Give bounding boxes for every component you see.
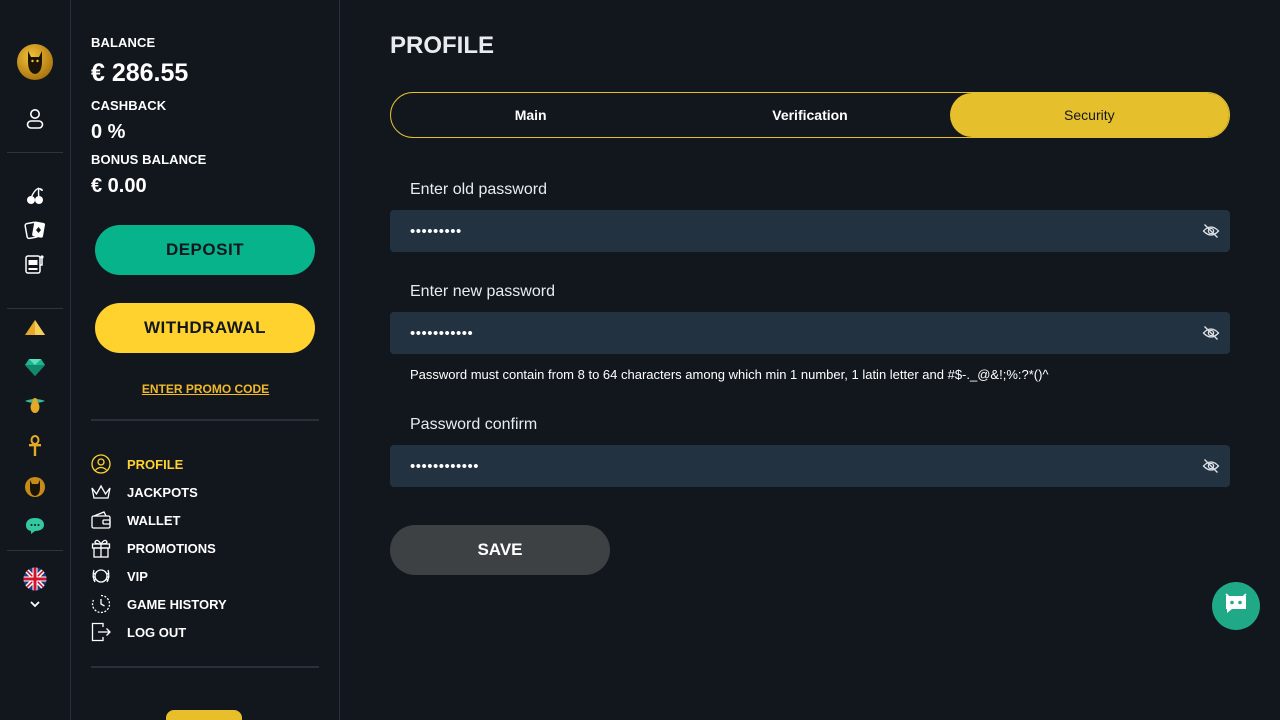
slot-machine-icon[interactable]: [0, 252, 70, 276]
icon-rail: [0, 0, 71, 720]
menu-item-game-history[interactable]: GAME HISTORY: [91, 590, 227, 618]
crown-icon: [91, 482, 111, 502]
eye-slash-icon[interactable]: [1202, 457, 1220, 475]
logout-icon: [91, 622, 111, 642]
cat-icon[interactable]: [0, 474, 70, 500]
menu-item-log-out[interactable]: LOG OUT: [91, 618, 227, 646]
chevron-down-icon[interactable]: [0, 596, 70, 612]
menu-item-vip[interactable]: VIP: [91, 562, 227, 590]
scarab-icon[interactable]: [0, 394, 70, 418]
confirm-password-input[interactable]: [390, 445, 1230, 487]
menu-item-wallet[interactable]: WALLET: [91, 506, 227, 534]
withdrawal-button[interactable]: WITHDRAWAL: [95, 303, 315, 353]
menu-item-label: WALLET: [127, 512, 181, 528]
menu-item-label: JACKPOTS: [127, 484, 198, 500]
new-password-input[interactable]: [390, 312, 1230, 354]
account-menu: PROFILE JACKPOTS WALLET PROMOTIONS VIP G…: [91, 450, 227, 646]
user-circle-icon: [91, 454, 111, 474]
menu-item-label: LOG OUT: [127, 624, 187, 640]
balance-label: BALANCE: [91, 35, 156, 50]
menu-item-jackpots[interactable]: JACKPOTS: [91, 478, 227, 506]
wallet-icon: [91, 510, 111, 530]
password-hint: Password must contain from 8 to 64 chara…: [410, 367, 1049, 382]
cards-icon[interactable]: [0, 218, 70, 242]
old-password-field-wrap: [390, 210, 1230, 252]
menu-item-label: PROMOTIONS: [127, 540, 216, 556]
bonus-balance-label: BONUS BALANCE: [91, 152, 207, 167]
page-title: PROFILE: [390, 32, 495, 59]
tab-security[interactable]: Security: [949, 93, 1229, 137]
confirm-password-field-wrap: [390, 445, 1230, 487]
new-password-field-wrap: [390, 312, 1230, 354]
menu-item-label: VIP: [127, 568, 148, 584]
rail-divider: [7, 550, 63, 551]
eye-slash-icon[interactable]: [1202, 324, 1220, 342]
support-chat-button[interactable]: [1212, 582, 1260, 630]
uk-flag-icon[interactable]: [0, 566, 70, 592]
cashback-label: CASHBACK: [91, 98, 167, 113]
ankh-icon[interactable]: [0, 434, 70, 458]
old-password-input[interactable]: [390, 210, 1230, 252]
panel-divider: [91, 419, 319, 421]
chat-bubble-icon[interactable]: [0, 514, 70, 538]
panel-divider: [91, 666, 319, 668]
rail-divider: [7, 152, 63, 153]
menu-item-label: GAME HISTORY: [127, 596, 227, 612]
menu-item-label: PROFILE: [127, 456, 184, 472]
balance-value: € 286.55: [91, 59, 189, 87]
cherries-icon[interactable]: [0, 184, 70, 208]
pyramid-icon[interactable]: [0, 316, 70, 340]
gift-icon: [91, 538, 111, 558]
eye-slash-icon[interactable]: [1202, 222, 1220, 240]
tab-main[interactable]: Main: [391, 93, 670, 137]
account-panel: BALANCE € 286.55 CASHBACK 0 % BONUS BALA…: [71, 0, 340, 720]
profile-tabs: Main Verification Security: [390, 92, 1230, 138]
new-password-label: Enter new password: [410, 283, 555, 300]
cat-logo-icon[interactable]: [0, 42, 70, 82]
history-icon: [91, 594, 111, 614]
treasure-chest-image: [166, 710, 242, 720]
deposit-button[interactable]: DEPOSIT: [95, 225, 315, 275]
promo-code-link[interactable]: ENTER PROMO CODE: [71, 382, 340, 396]
chat-bot-icon: [1223, 592, 1249, 620]
cashback-value: 0 %: [91, 121, 126, 143]
menu-item-profile[interactable]: PROFILE: [91, 450, 227, 478]
rail-divider: [7, 308, 63, 309]
user-icon[interactable]: [0, 106, 70, 132]
menu-item-promotions[interactable]: PROMOTIONS: [91, 534, 227, 562]
save-button[interactable]: SAVE: [390, 525, 610, 575]
bonus-balance-value: € 0.00: [91, 175, 147, 197]
confirm-password-label: Password confirm: [410, 416, 538, 433]
gem-icon[interactable]: [0, 355, 70, 379]
old-password-label: Enter old password: [410, 181, 547, 198]
tab-verification[interactable]: Verification: [670, 93, 949, 137]
profile-main: PROFILE Main Verification Security Enter…: [340, 0, 1280, 720]
wreath-icon: [91, 566, 111, 586]
